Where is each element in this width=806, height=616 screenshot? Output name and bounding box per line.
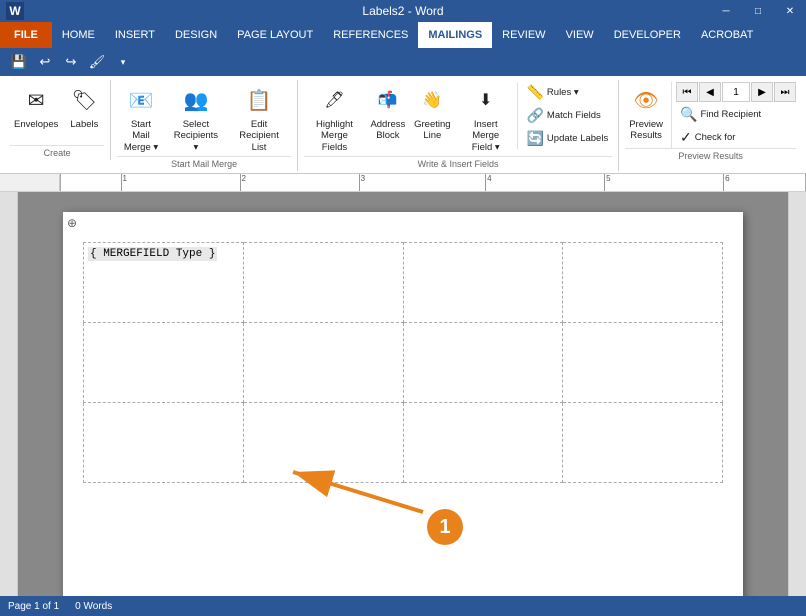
word-count: 0 Words [75,601,112,612]
highlight-merge-fields-icon: 🖊 [318,85,350,117]
table-cell-8 [563,323,723,403]
ribbon-group-create: ✉ Envelopes 🏷 Labels Create [4,80,111,160]
start-mail-merge-button[interactable]: 📧 Start MailMerge ▾ [117,82,164,156]
last-record-button[interactable]: ⏭ [774,82,796,102]
table-cell-11 [403,403,563,483]
vertical-scroll-left [0,192,18,596]
envelopes-icon: ✉ [20,85,52,117]
next-record-button[interactable]: ▶ [751,82,773,102]
table-cell-3 [403,243,563,323]
labels-button[interactable]: 🏷 Labels [64,82,104,133]
menu-insert[interactable]: INSERT [105,22,165,48]
menu-developer[interactable]: DEVELOPER [604,22,691,48]
table-cell-9 [84,403,244,483]
close-button[interactable]: ✕ [774,0,806,22]
update-labels-icon: 🔄 [526,130,543,147]
page-status: Page 1 of 1 [8,601,59,612]
check-for-errors-icon: ✓ [680,129,692,146]
menu-view[interactable]: VIEW [556,22,604,48]
start-mail-merge-icon: 📧 [125,85,157,117]
update-labels-button[interactable]: 🔄 Update Labels [522,128,612,149]
insert-merge-field-button[interactable]: ⬇ Insert MergeField ▾ [456,82,516,156]
title-bar: W Labels2 - Word ─ □ ✕ [0,0,806,22]
preview-results-label: Preview Results [625,148,796,163]
menu-bar: FILE HOME INSERT DESIGN PAGE LAYOUT REFE… [0,22,806,48]
document-content[interactable]: ⊕ { MERGEFIELD Type } [18,192,788,596]
find-recipient-icon: 🔍 [680,106,697,123]
table-move-handle[interactable]: ⊕ [67,216,77,230]
quick-access-toolbar: 💾 ↩ ↪ 🖌 ▾ [0,48,806,76]
table-cell-4 [563,243,723,323]
preview-results-button[interactable]: 👁 PreviewResults [625,82,667,145]
menu-review[interactable]: REVIEW [492,22,555,48]
menu-home[interactable]: HOME [52,22,105,48]
window-controls: ─ □ ✕ [710,0,806,22]
create-group-label: Create [10,145,104,160]
maximize-button[interactable]: □ [742,0,774,22]
menu-mailings[interactable]: MAILINGS [418,22,492,48]
quick-access-more[interactable]: ▾ [112,51,134,73]
greeting-line-button[interactable]: 👋 GreetingLine [411,82,454,156]
edit-recipient-list-button[interactable]: 📋 EditRecipient List [227,82,291,156]
write-insert-label: Write & Insert Fields [304,156,612,171]
rules-button[interactable]: 📏 Rules ▾ [522,82,612,103]
greeting-line-icon: 👋 [416,85,448,117]
format-painter-button[interactable]: 🖌 [86,51,108,73]
first-record-button[interactable]: ⏮ [676,82,698,102]
menu-references[interactable]: REFERENCES [323,22,418,48]
menu-design[interactable]: DESIGN [165,22,227,48]
ribbon: ✉ Envelopes 🏷 Labels Create 📧 Start Mail… [0,76,806,174]
table-cell-7 [403,323,563,403]
find-recipient-button[interactable]: 🔍 Find Recipient [676,104,796,125]
address-block-button[interactable]: 📬 AddressBlock [367,82,409,156]
ribbon-group-write-insert: 🖊 HighlightMerge Fields 📬 AddressBlock 👋… [298,80,619,171]
annotation-badge: 1 [427,509,463,545]
start-mail-merge-label: Start Mail Merge [117,156,291,171]
insert-merge-field-icon: ⬇ [470,85,502,117]
page-number: 1 [722,82,750,102]
table-cell-2 [243,243,403,323]
highlight-merge-fields-button[interactable]: 🖊 HighlightMerge Fields [304,82,365,156]
title-text: Labels2 - Word [362,4,443,18]
word-icon: W [6,2,24,20]
table-cell-5 [84,323,244,403]
address-block-icon: 📬 [372,85,404,117]
minimize-button[interactable]: ─ [710,0,742,22]
edit-recipient-list-icon: 📋 [243,85,275,117]
label-table: { MERGEFIELD Type } [83,242,723,483]
check-for-errors-button[interactable]: ✓ Check for [676,127,796,148]
merge-field-type: { MERGEFIELD Type } [88,247,217,261]
table-cell-6 [243,323,403,403]
ruler-inner: 1 2 3 4 5 6 [60,174,806,191]
table-cell-1: { MERGEFIELD Type } [84,243,244,323]
match-fields-button[interactable]: 🔗 Match Fields [522,105,612,126]
prev-record-button[interactable]: ◀ [699,82,721,102]
table-cell-12 [563,403,723,483]
preview-results-icon: 👁 [630,85,662,117]
ruler: 1 2 3 4 5 6 [0,174,806,192]
menu-page-layout[interactable]: PAGE LAYOUT [227,22,323,48]
labels-icon: 🏷 [68,85,100,117]
menu-acrobat[interactable]: ACROBAT [691,22,763,48]
select-recipients-button[interactable]: 👥 SelectRecipients ▾ [167,82,226,156]
save-button[interactable]: 💾 [8,51,30,73]
document-area: ⊕ { MERGEFIELD Type } [0,192,806,596]
document-page: ⊕ { MERGEFIELD Type } [63,212,743,596]
rules-icon: 📏 [526,84,543,101]
envelopes-button[interactable]: ✉ Envelopes [10,82,62,133]
status-bar: Page 1 of 1 0 Words [0,596,806,616]
redo-button[interactable]: ↪ [60,51,82,73]
ribbon-group-preview: 👁 PreviewResults ⏮ ◀ 1 ▶ ⏭ 🔍 Find Recipi… [619,80,802,163]
menu-file[interactable]: FILE [0,22,52,48]
table-cell-10 [243,403,403,483]
select-recipients-icon: 👥 [180,85,212,117]
ribbon-group-start-mail-merge: 📧 Start MailMerge ▾ 👥 SelectRecipients ▾… [111,80,298,171]
vertical-scroll-right[interactable] [788,192,806,596]
match-fields-icon: 🔗 [526,107,543,124]
undo-button[interactable]: ↩ [34,51,56,73]
